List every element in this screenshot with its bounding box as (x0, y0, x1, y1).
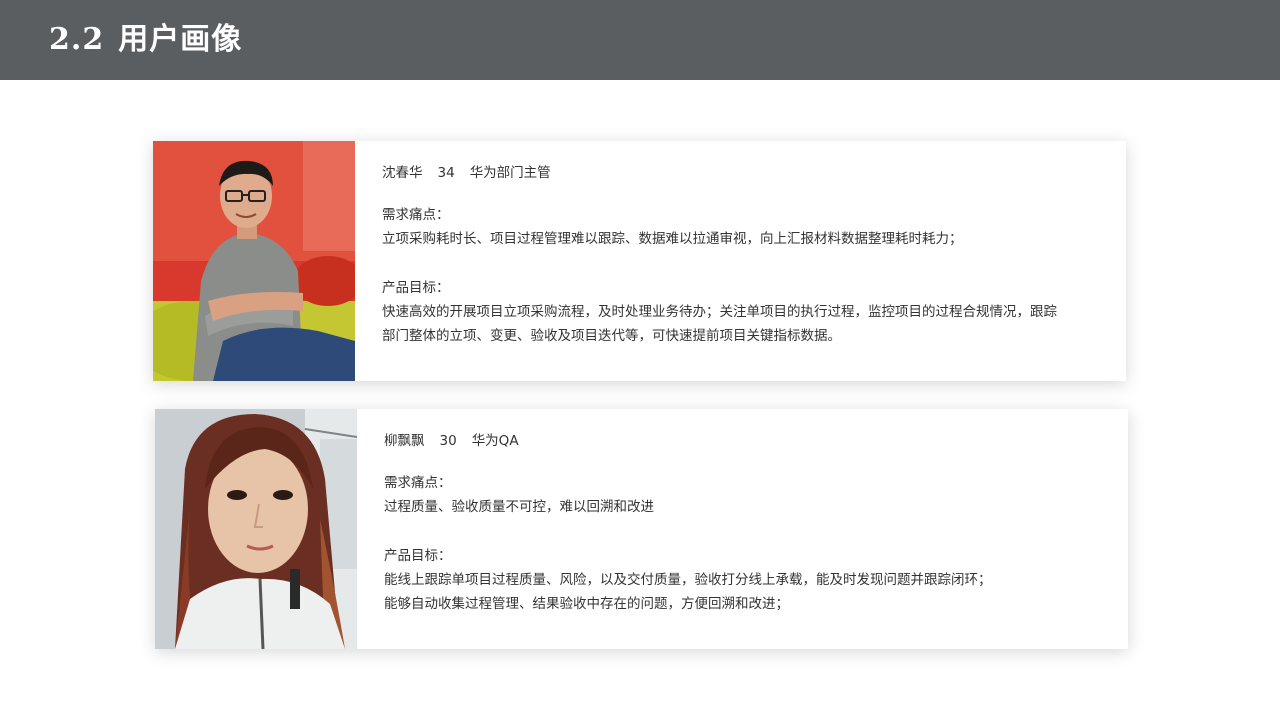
persona-card: 沈春华 34 华为部门主管 需求痛点： 立项采购耗时长、项目过程管理难以跟踪、数据难… (153, 141, 1126, 381)
header-bar: 2.2 用户画像 (0, 0, 1280, 80)
goal-text-line: 能线上跟踪单项目过程质量、风险，以及交付质量，验收打分线上承载，能及时发现问题并… (384, 572, 992, 588)
page-title: 2.2 用户画像 (49, 18, 242, 62)
pain-label: 需求痛点： (382, 207, 450, 223)
section-number: 2.2 (49, 22, 105, 57)
persona-name: 沈春华 (382, 165, 423, 181)
persona-photo (153, 141, 355, 381)
persona-photo (155, 409, 357, 649)
persona-name: 柳飘飘 (384, 433, 425, 449)
pain-text: 立项采购耗时长、项目过程管理难以跟踪、数据难以拉通审视，向上汇报材料数据整理耗时… (382, 231, 963, 247)
persona-age: 30 (439, 433, 457, 449)
pain-label: 需求痛点： (384, 475, 452, 491)
section-title: 用户画像 (118, 22, 243, 57)
goal-label: 产品目标： (382, 280, 450, 296)
goal-text-line: 快速高效的开展项目立项采购流程，及时处理业务待办；关注单项目的执行过程，监控项目… (382, 304, 1057, 320)
persona-role: 华为QA (471, 433, 519, 449)
persona-header: 柳飘飘 30 华为QA (384, 429, 1104, 453)
persona-age: 34 (437, 165, 455, 181)
goal-text-line: 能够自动收集过程管理、结果验收中存在的问题，方便回溯和改进； (384, 596, 789, 612)
persona-card: 柳飘飘 30 华为QA 需求痛点： 过程质量、验收质量不可控，难以回溯和改进 产品目… (155, 409, 1128, 649)
goal-label: 产品目标： (384, 548, 452, 564)
goal-text-line: 部门整体的立项、变更、验收及项目迭代等，可快速提前项目关键指标数据。 (382, 328, 841, 344)
persona-info: 沈春华 34 华为部门主管 需求痛点： 立项采购耗时长、项目过程管理难以跟踪、数据难… (382, 161, 1102, 348)
persona-info: 柳飘飘 30 华为QA 需求痛点： 过程质量、验收质量不可控，难以回溯和改进 产品目… (384, 429, 1104, 616)
persona-role: 华为部门主管 (469, 165, 551, 181)
pain-text: 过程质量、验收质量不可控，难以回溯和改进 (384, 499, 654, 515)
persona-header: 沈春华 34 华为部门主管 (382, 161, 1102, 185)
